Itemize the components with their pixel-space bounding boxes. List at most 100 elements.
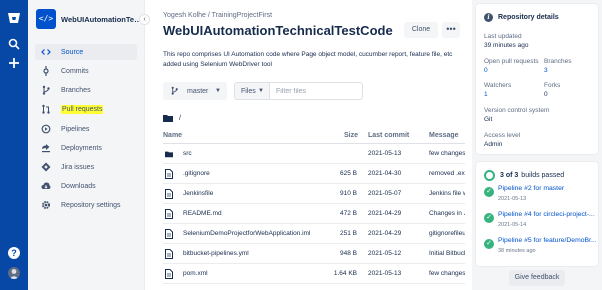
repo-name[interactable]: WebUIAutomationTec...: [61, 15, 144, 24]
file-name[interactable]: .gitignore: [183, 170, 210, 177]
file-icon: [165, 209, 173, 219]
table-row[interactable]: SeleniumDemoProjectforWebApplication.iml…: [163, 224, 465, 244]
branch-icon: [170, 86, 179, 97]
pipeline-name[interactable]: Pipeline #5 for feature/DemoBr...: [498, 237, 598, 244]
pipeline-item[interactable]: ✓ Pipeline #5 for feature/DemoBr... 38 m…: [484, 236, 598, 260]
builds-card: 3 of 3 builds passed ✓ Pipeline #2 for m…: [476, 162, 598, 266]
commit-message[interactable]: Jenkins file wi: [429, 190, 465, 197]
sidebar-item-pipelines[interactable]: Pipelines: [35, 121, 137, 137]
pipeline-item[interactable]: ✓ Pipeline #4 for circleci-project-... 2…: [484, 210, 598, 234]
sidebar-item-label: Jira issues: [61, 163, 95, 171]
access-level-label: Access level: [484, 132, 521, 139]
filter-files-input[interactable]: [270, 82, 363, 100]
user-avatar[interactable]: [8, 267, 20, 279]
last-commit-date: 2021-05-13: [368, 270, 402, 277]
sidebar-item-pull-requests[interactable]: Pull requests: [35, 101, 137, 117]
table-row[interactable]: pom.xml 1.64 KB 2021-05-13 few changes i: [163, 264, 465, 284]
open-pull-requests-label: Open pull requests: [484, 58, 539, 65]
file-icon: [165, 249, 173, 259]
folder-icon: [165, 151, 173, 158]
repo-source-view: Yogesh Kolhe / TrainingProjectFirst WebU…: [163, 0, 465, 290]
watchers-value[interactable]: 1: [484, 91, 488, 98]
file-size: 625 B: [340, 170, 357, 177]
commit-message[interactable]: Initial Bitbuck: [429, 250, 465, 257]
file-name[interactable]: Jenkinsfile: [183, 190, 213, 197]
table-row[interactable]: Jenkinsfile 910 B 2021-05-07 Jenkins fil…: [163, 184, 465, 204]
sidebar-item-branches[interactable]: Branches: [35, 82, 137, 98]
commit-message[interactable]: few changes i: [429, 150, 465, 157]
success-check-icon: ✓: [484, 213, 494, 223]
pipeline-item[interactable]: ✓ Pipeline #2 for master 2021-05-13: [484, 184, 598, 208]
branch-name: master: [187, 87, 209, 95]
repo-sidebar: </> WebUIAutomationTec... Source Commits…: [28, 0, 145, 290]
file-icon: [165, 189, 173, 199]
forks-label: Forks: [544, 82, 561, 89]
file-name[interactable]: SeleniumDemoProjectforWebApplication.iml: [183, 230, 333, 237]
pull-request-icon: [41, 104, 51, 114]
table-row[interactable]: .gitignore 625 B 2021-04-30 removed .exe: [163, 164, 465, 184]
file-name[interactable]: src: [183, 150, 192, 157]
deployments-icon: [41, 143, 51, 153]
search-icon[interactable]: [7, 38, 21, 52]
path-label: /: [179, 114, 181, 122]
sidebar-item-source[interactable]: Source: [35, 44, 137, 60]
repo-description: This repo comprises UI Automation code w…: [163, 51, 453, 68]
column-header-message: Message: [429, 132, 459, 139]
file-name[interactable]: bitbucket-pipelines.yml: [183, 250, 249, 257]
table-row[interactable]: README.md 472 B 2021-04-29 Changes in Je: [163, 204, 465, 224]
pipeline-name[interactable]: Pipeline #4 for circleci-project-...: [498, 211, 598, 218]
commit-message[interactable]: removed .exe: [429, 170, 465, 177]
gear-icon: [41, 200, 51, 210]
file-size: 472 B: [340, 210, 357, 217]
last-commit-date: 2021-04-29: [368, 230, 402, 237]
sidebar-item-repository-settings[interactable]: Repository settings: [35, 197, 137, 213]
chevron-down-icon: ▼: [215, 88, 221, 94]
file-icon: [165, 169, 173, 179]
clone-button[interactable]: Clone: [404, 22, 438, 38]
sidebar-item-jira-issues[interactable]: Jira issues: [35, 159, 137, 175]
repo-header[interactable]: </> WebUIAutomationTec...: [36, 9, 144, 29]
repository-details-title: Repository details: [498, 14, 559, 21]
branch-icon: [41, 85, 51, 95]
success-check-icon: ✓: [484, 239, 494, 249]
builds-header[interactable]: 3 of 3 builds passed: [484, 170, 564, 181]
forks-value: 0: [544, 91, 548, 98]
branches-value[interactable]: 3: [544, 67, 548, 74]
file-icon: [165, 269, 173, 279]
pipeline-name[interactable]: Pipeline #2 for master: [498, 185, 598, 192]
commit-message[interactable]: few changes i: [429, 270, 465, 277]
file-size: 251 B: [340, 230, 357, 237]
column-header-name[interactable]: Name: [163, 132, 182, 139]
sidebar-item-commits[interactable]: Commits: [35, 63, 137, 79]
repository-details-header[interactable]: i Repository details: [484, 13, 559, 22]
file-name[interactable]: README.md: [183, 210, 222, 217]
more-actions-button[interactable]: •••: [442, 22, 460, 38]
open-pull-requests-value[interactable]: 0: [484, 67, 488, 74]
help-icon[interactable]: ?: [8, 247, 20, 259]
global-nav: ?: [0, 0, 28, 290]
file-name[interactable]: pom.xml: [183, 270, 208, 277]
sidebar-item-downloads[interactable]: Downloads: [35, 178, 137, 194]
file-table-header: Name Size Last commit Message: [163, 132, 465, 144]
commit-message[interactable]: Changes in Je: [429, 210, 465, 217]
current-path: /: [163, 114, 181, 122]
vcs-label: Version control system: [484, 107, 550, 114]
sidebar-item-deployments[interactable]: Deployments: [35, 140, 137, 156]
table-row[interactable]: bitbucket-pipelines.yml 948 B 2021-05-12…: [163, 244, 465, 264]
branch-selector[interactable]: master ▼: [163, 82, 227, 100]
plus-icon[interactable]: [7, 57, 21, 71]
sidebar-item-label: Pull requests: [61, 104, 104, 114]
pipeline-time: 2021-05-14: [498, 222, 527, 228]
last-commit-date: 2021-04-30: [368, 170, 402, 177]
last-commit-date: 2021-05-07: [368, 190, 402, 197]
collapse-sidebar-button[interactable]: ‹: [139, 14, 150, 25]
bitbucket-logo[interactable]: [7, 11, 21, 25]
code-icon: [41, 47, 51, 57]
table-row[interactable]: src 2021-05-13 few changes i: [163, 144, 465, 164]
files-filter-type-select[interactable]: Files ▼: [234, 82, 270, 100]
sidebar-item-label: Downloads: [61, 182, 96, 190]
breadcrumb[interactable]: Yogesh Kolhe / TrainingProjectFirst: [163, 12, 272, 19]
column-header-last-commit: Last commit: [368, 132, 410, 139]
commit-message[interactable]: gitignorefileu: [429, 230, 465, 237]
give-feedback-button[interactable]: Give feedback: [509, 270, 565, 286]
